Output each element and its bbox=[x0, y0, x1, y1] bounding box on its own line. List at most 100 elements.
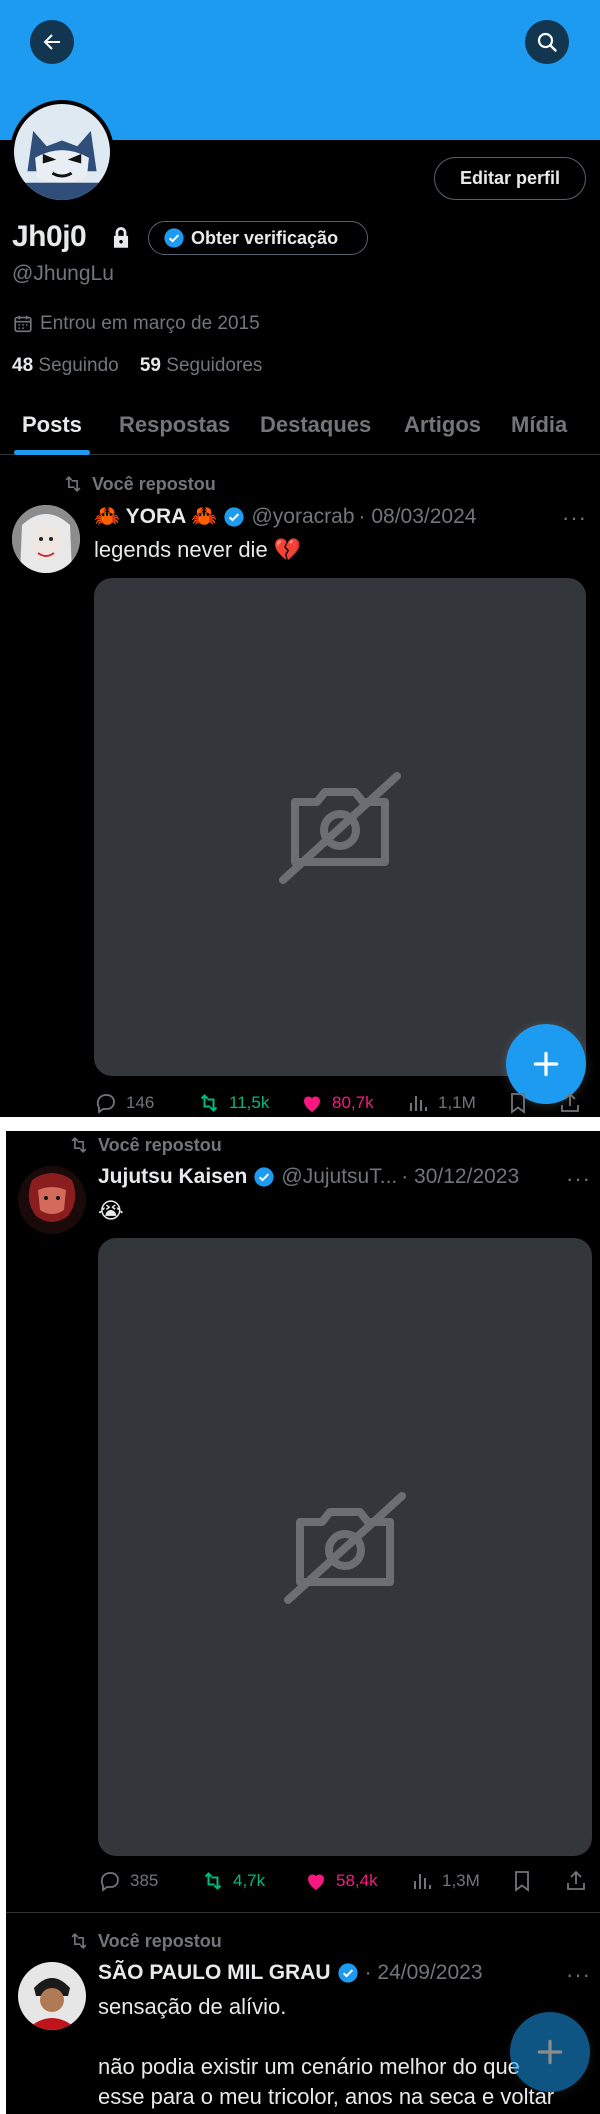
plus-icon bbox=[533, 1051, 559, 1077]
arrow-left-icon bbox=[43, 34, 60, 50]
get-verified-button[interactable]: Obter verificação bbox=[148, 221, 368, 255]
views-count: 1,3M bbox=[442, 1871, 480, 1890]
repost-icon bbox=[71, 1932, 87, 1950]
share-button[interactable] bbox=[564, 1869, 596, 1893]
profile-handle: @JhungLu bbox=[12, 262, 114, 285]
followers-link[interactable]: 59 Seguidores bbox=[140, 355, 263, 376]
following-link[interactable]: 48 Seguindo bbox=[12, 355, 119, 376]
post-author-handle[interactable]: @JujutsuT... bbox=[281, 1165, 397, 1189]
reply-icon bbox=[100, 1872, 119, 1892]
repost-icon bbox=[204, 1872, 222, 1890]
more-options-icon[interactable]: ··· bbox=[566, 1166, 591, 1192]
post-author-handle[interactable]: @yoracrab bbox=[251, 505, 354, 529]
post-date[interactable]: · 24/09/2023 bbox=[365, 1961, 483, 1985]
verified-badge-icon bbox=[337, 1963, 358, 1983]
post-media[interactable] bbox=[98, 1238, 592, 1856]
repost-icon bbox=[71, 1136, 87, 1154]
reply-icon bbox=[96, 1094, 115, 1114]
repost-text: Você repostou bbox=[98, 1134, 222, 1155]
share-icon bbox=[561, 1092, 579, 1112]
post-date[interactable]: · 30/12/2023 bbox=[401, 1165, 519, 1189]
verified-badge-icon bbox=[224, 507, 245, 527]
repost-button[interactable]: 4,7k bbox=[201, 1869, 265, 1893]
like-count: 80,7k bbox=[332, 1093, 374, 1112]
bookmark-button[interactable] bbox=[510, 1869, 542, 1893]
views-button[interactable]: 1,1M bbox=[406, 1091, 476, 1115]
post-text-line-2: não podia existir um cenário melhor do q… bbox=[98, 2054, 520, 2079]
share-button[interactable] bbox=[558, 1091, 590, 1115]
screenshot-seam bbox=[0, 1117, 600, 1131]
bookmark-icon bbox=[515, 1871, 529, 1892]
screenshot-seam-edge bbox=[0, 1131, 6, 2114]
tab-media[interactable]: Mídia bbox=[511, 412, 567, 438]
post-media[interactable] bbox=[94, 578, 586, 1076]
views-count: 1,1M bbox=[438, 1093, 476, 1112]
profile-name: Jh0j0 bbox=[12, 220, 87, 253]
repost-icon bbox=[65, 475, 81, 493]
views-chart-icon bbox=[414, 1874, 431, 1889]
more-options-icon[interactable]: ··· bbox=[566, 1962, 591, 1988]
share-icon bbox=[567, 1870, 585, 1890]
tab-posts[interactable]: Posts bbox=[22, 412, 82, 438]
image-unavailable-icon bbox=[284, 1492, 406, 1604]
repost-icon bbox=[200, 1094, 218, 1112]
followers-label: Seguidores bbox=[166, 355, 263, 376]
search-icon bbox=[537, 32, 557, 52]
bookmark-button[interactable] bbox=[506, 1091, 538, 1115]
repost-button[interactable]: 11,5k bbox=[197, 1091, 269, 1115]
verified-badge-icon bbox=[254, 1167, 274, 1187]
joined-text: Entrou em março de 2015 bbox=[40, 313, 260, 334]
reply-count: 385 bbox=[130, 1871, 159, 1890]
following-label: Seguindo bbox=[38, 355, 119, 376]
post-actions: 385 4,7k 58,4k 1,3M bbox=[98, 1866, 592, 1896]
verified-badge-icon bbox=[164, 228, 184, 248]
profile-tabs: Posts Respostas Destaques Artigos Mídia bbox=[0, 400, 600, 455]
like-button[interactable]: 80,7k bbox=[300, 1091, 374, 1115]
post-author-name[interactable]: Jujutsu Kaisen bbox=[98, 1165, 247, 1189]
edit-profile-button[interactable]: Editar perfil bbox=[434, 157, 586, 200]
image-unavailable-icon bbox=[279, 772, 401, 884]
compose-button[interactable] bbox=[510, 2012, 590, 2092]
like-count: 58,4k bbox=[336, 1871, 378, 1890]
reply-button[interactable]: 385 bbox=[98, 1869, 158, 1893]
post-date[interactable]: · 08/03/2024 bbox=[359, 505, 477, 529]
heart-icon bbox=[308, 1874, 324, 1890]
plus-icon bbox=[537, 2039, 563, 2065]
post-header: 🦀 YORA 🦀 @yoracrab · 08/03/2024 bbox=[94, 505, 476, 529]
repost-text: Você repostou bbox=[98, 1930, 222, 1951]
post-text-line-3: esse para o meu tricolor, anos na seca e… bbox=[98, 2084, 555, 2109]
post-text: sensação de alívio. bbox=[98, 1994, 287, 2019]
repost-label: Você repostou bbox=[68, 1134, 222, 1156]
lock-icon bbox=[113, 227, 129, 248]
post-author-name[interactable]: 🦀 YORA 🦀 bbox=[94, 505, 217, 529]
avatar[interactable] bbox=[18, 1962, 86, 2030]
joined-date: Entrou em março de 2015 bbox=[12, 313, 260, 335]
tab-articles[interactable]: Artigos bbox=[404, 412, 481, 438]
avatar[interactable] bbox=[12, 505, 80, 573]
repost-count: 11,5k bbox=[229, 1093, 270, 1112]
active-tab-indicator bbox=[14, 450, 90, 455]
post-text: legends never die 💔 bbox=[94, 537, 302, 562]
avatar[interactable] bbox=[18, 1166, 86, 1234]
tab-highlights[interactable]: Destaques bbox=[260, 412, 371, 438]
tab-replies[interactable]: Respostas bbox=[119, 412, 230, 438]
repost-text: Você repostou bbox=[92, 473, 216, 494]
reply-button[interactable]: 146 bbox=[94, 1091, 154, 1115]
profile-avatar[interactable] bbox=[10, 100, 114, 204]
views-chart-icon bbox=[410, 1096, 427, 1111]
back-button[interactable] bbox=[30, 20, 74, 64]
views-button[interactable]: 1,3M bbox=[410, 1869, 480, 1893]
post-author-name[interactable]: SÃO PAULO MIL GRAU bbox=[98, 1961, 331, 1985]
post-header: Jujutsu Kaisen @JujutsuT... · 30/12/2023 bbox=[98, 1165, 519, 1189]
post-header: SÃO PAULO MIL GRAU · 24/09/2023 bbox=[98, 1961, 483, 1985]
reply-count: 146 bbox=[126, 1093, 155, 1112]
repost-count: 4,7k bbox=[233, 1871, 266, 1890]
like-button[interactable]: 58,4k bbox=[304, 1869, 378, 1893]
post-actions: 146 11,5k 80,7k 1,1M bbox=[94, 1088, 586, 1118]
search-button[interactable] bbox=[525, 20, 569, 64]
following-count: 48 bbox=[12, 355, 34, 376]
heart-icon bbox=[304, 1096, 320, 1112]
post-divider bbox=[6, 1912, 600, 1913]
more-options-icon[interactable]: ··· bbox=[562, 505, 587, 531]
get-verified-label: Obter verificação bbox=[191, 227, 339, 248]
